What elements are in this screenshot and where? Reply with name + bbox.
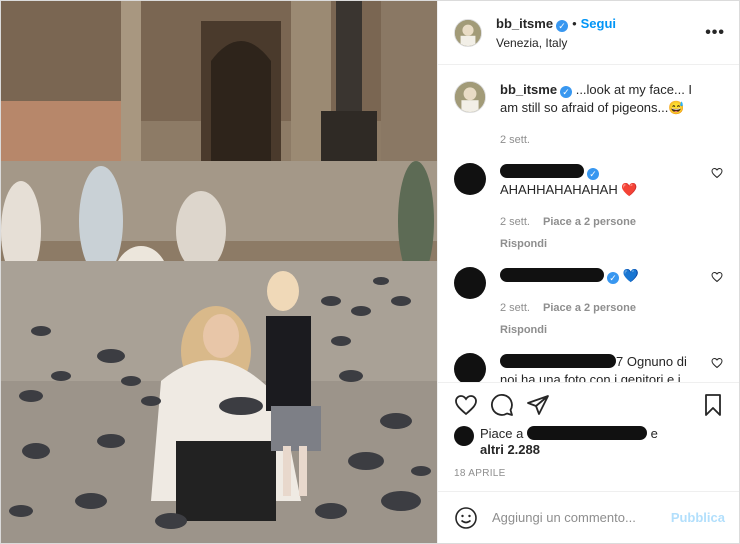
likes-row: Piace a e altri 2.288 bbox=[438, 426, 739, 458]
commenter-avatar-redacted[interactable] bbox=[454, 163, 486, 195]
comment-bubble-icon[interactable] bbox=[490, 393, 514, 417]
comment-input[interactable] bbox=[492, 510, 671, 525]
comment-body: ✓ 💙 2 sett. Piace a 2 persone Rispondi bbox=[500, 267, 723, 339]
comment-text-prefix: 7 bbox=[616, 354, 624, 369]
follow-button[interactable]: Segui bbox=[581, 16, 616, 31]
caption-body: bb_itsme ✓ ...look at my face... I am sti… bbox=[500, 81, 723, 149]
verified-badge-icon: ✓ bbox=[556, 19, 569, 32]
verified-badge-icon: ✓ bbox=[587, 168, 599, 180]
caption-time[interactable]: 2 sett. bbox=[500, 134, 530, 146]
publish-button[interactable]: Pubblica bbox=[671, 510, 725, 525]
comments-list: bb_itsme ✓ ...look at my face... I am sti… bbox=[438, 65, 739, 382]
likes-prefix: Piace a bbox=[480, 426, 524, 441]
emoji-smiley-icon[interactable] bbox=[454, 506, 478, 530]
commenter-avatar-redacted[interactable] bbox=[454, 353, 486, 382]
venice-photo-image bbox=[1, 1, 437, 543]
instagram-post: bb_itsme ✓ • Segui Venezia, Italy ••• bb_it… bbox=[0, 0, 740, 544]
add-comment-bar: Pubblica bbox=[438, 491, 739, 543]
redacted-liker-username bbox=[527, 426, 647, 440]
header-text: bb_itsme ✓ • Segui Venezia, Italy bbox=[496, 16, 705, 50]
like-comment-heart-icon[interactable] bbox=[711, 271, 723, 283]
author-avatar[interactable] bbox=[454, 18, 482, 47]
reply-button[interactable]: Rispondi bbox=[500, 321, 705, 339]
action-bar bbox=[438, 382, 739, 426]
comment-text: AHAHHAHAHAHAH ❤️ bbox=[500, 182, 638, 197]
redacted-username bbox=[500, 164, 584, 178]
comment-time[interactable]: 2 sett. bbox=[500, 216, 530, 228]
post-location[interactable]: Venezia, Italy bbox=[496, 36, 705, 50]
comment-likes[interactable]: Piace a 2 persone bbox=[543, 302, 636, 314]
comment-item: ✓ AHAHHAHAHAHAH ❤️ 2 sett. Piace a 2 per… bbox=[454, 163, 723, 253]
post-sidebar: bb_itsme ✓ • Segui Venezia, Italy ••• bb_it… bbox=[437, 1, 739, 543]
comment-meta: 2 sett. Piace a 2 persone bbox=[500, 299, 705, 317]
comment-item: ✓ 💙 2 sett. Piace a 2 persone Rispondi bbox=[454, 267, 723, 339]
like-comment-heart-icon[interactable] bbox=[711, 357, 723, 369]
caption-meta: 2 sett. bbox=[500, 131, 705, 149]
post-header: bb_itsme ✓ • Segui Venezia, Italy ••• bbox=[438, 1, 739, 65]
separator-dot: • bbox=[572, 15, 577, 31]
comment-item: 7 Ognuno di noi ha una foto con i genito… bbox=[454, 353, 723, 382]
post-photo[interactable] bbox=[1, 1, 437, 543]
redacted-username bbox=[500, 354, 616, 368]
verified-badge-icon: ✓ bbox=[560, 86, 573, 98]
like-comment-heart-icon[interactable] bbox=[711, 167, 723, 179]
like-heart-icon[interactable] bbox=[454, 393, 478, 417]
likes-others-link[interactable]: altri 2.288 bbox=[480, 442, 540, 457]
commenter-avatar-redacted[interactable] bbox=[454, 267, 486, 299]
comment-time[interactable]: 2 sett. bbox=[500, 302, 530, 314]
caption-username[interactable]: bb_itsme bbox=[500, 82, 557, 97]
comment-likes[interactable]: Piace a 2 persone bbox=[543, 216, 636, 228]
post-date[interactable]: 18 APRILE bbox=[438, 458, 739, 491]
caption: bb_itsme ✓ ...look at my face... I am sti… bbox=[454, 81, 723, 149]
likes-text: Piace a e altri 2.288 bbox=[480, 426, 658, 458]
liker-avatar-redacted[interactable] bbox=[454, 426, 474, 446]
more-options-icon[interactable]: ••• bbox=[705, 24, 725, 42]
likes-suffix: e bbox=[650, 426, 658, 441]
save-bookmark-icon[interactable] bbox=[701, 393, 725, 417]
comment-text: 💙 bbox=[622, 268, 639, 283]
comment-body: 7 Ognuno di noi ha una foto con i genito… bbox=[500, 353, 723, 382]
redacted-username bbox=[500, 268, 604, 282]
caption-author-avatar[interactable] bbox=[454, 81, 486, 113]
comment-meta: 2 sett. Piace a 2 persone bbox=[500, 213, 705, 231]
author-username[interactable]: bb_itsme bbox=[496, 16, 553, 31]
reply-button[interactable]: Rispondi bbox=[500, 235, 705, 253]
comment-body: ✓ AHAHHAHAHAHAH ❤️ 2 sett. Piace a 2 per… bbox=[500, 163, 723, 253]
verified-badge-icon: ✓ bbox=[607, 272, 619, 284]
share-paper-plane-icon[interactable] bbox=[526, 393, 550, 417]
